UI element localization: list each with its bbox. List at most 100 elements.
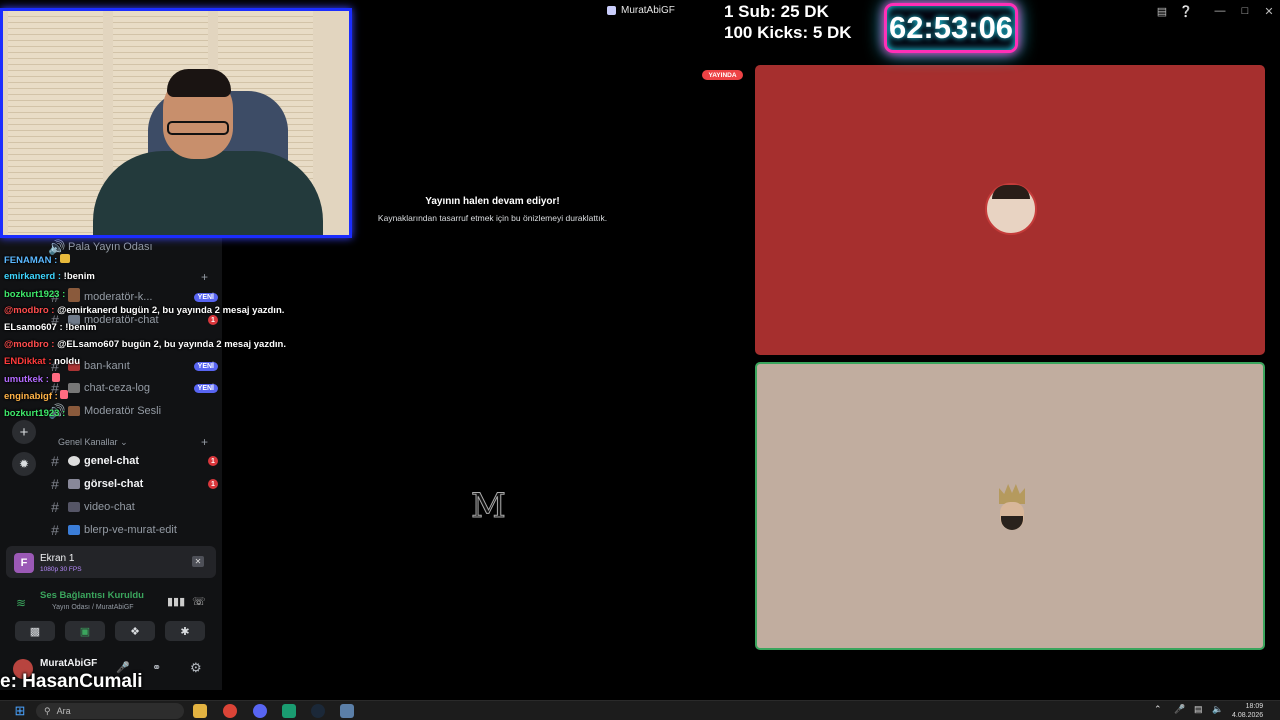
inbox-icon[interactable]: ▤ xyxy=(1151,3,1173,19)
webcam-shutter xyxy=(8,11,103,235)
chat-message: bozkurt1923 : xyxy=(4,288,80,300)
channel-video-chat[interactable]: # video-chat xyxy=(48,497,218,517)
app-taskbar-icon[interactable] xyxy=(282,704,296,718)
stream-logo: M xyxy=(471,486,507,526)
settings-gear-icon[interactable]: ⚙ xyxy=(190,660,202,676)
image-icon xyxy=(68,479,80,489)
activities-button[interactable]: ❖ xyxy=(115,621,155,641)
soundboard-icon: ✱ xyxy=(180,625,190,638)
volume-icon[interactable]: 🔈 xyxy=(1212,704,1223,715)
hash-icon: # xyxy=(51,522,59,538)
chat-message: enginabigf : xyxy=(4,390,69,402)
new-badge: YENİ xyxy=(193,292,218,302)
taskbar-search[interactable]: ⚲ Ara xyxy=(36,703,184,719)
mention-badge: 1 xyxy=(208,456,218,466)
new-badge: YENİ xyxy=(193,361,218,371)
add-server-button[interactable]: + xyxy=(12,420,36,444)
mention-badge: 1 xyxy=(208,315,218,325)
chevron-down-icon: ⌄ xyxy=(120,437,128,447)
app-root: MuratAbiGF ▤ ❔ — □ ✕ YAYINDA Yayının hal… xyxy=(0,0,1280,720)
window-title-text: MuratAbiGF xyxy=(621,5,675,16)
stream-panel: F Ekran 1 1080p 30 FPS ✕ xyxy=(6,546,216,578)
paused-title: Yayının halen devam ediyor! xyxy=(425,196,560,207)
voice-channel-name[interactable]: Yayın Odası / MuratAbiGF xyxy=(52,604,134,611)
share-screen-button[interactable]: ▣ xyxy=(65,621,105,641)
kick-line: 100 Kicks: 5 DK xyxy=(724,23,852,42)
video-icon xyxy=(68,502,80,512)
explore-servers-button[interactable]: ✹ xyxy=(12,452,36,476)
minimize-icon[interactable]: — xyxy=(1209,3,1231,19)
participant-tile-1[interactable] xyxy=(755,65,1265,355)
screen-share-icon: ▣ xyxy=(79,625,91,638)
overlay-name-banner: e: HasanCumali xyxy=(0,671,143,692)
mention-badge: 1 xyxy=(208,479,218,489)
camera-off-button[interactable]: ▩ xyxy=(15,621,55,641)
chat-message: emirkanerd : !benim xyxy=(4,271,95,282)
chat-message: @modbro : @emirkanerd bugün 2, bu yayınd… xyxy=(4,305,285,316)
speech-bubble-icon xyxy=(68,456,80,466)
activities-icon: ❖ xyxy=(130,625,140,638)
help-icon[interactable]: ❔ xyxy=(1175,3,1197,19)
chat-message: ELsamo607 : !benim xyxy=(4,322,97,333)
category-genel-kanallar[interactable]: Genel Kanallar ⌄ xyxy=(58,437,128,448)
stream-timer: 62:53:06 xyxy=(884,3,1018,53)
camera-off-icon: ▩ xyxy=(29,625,41,638)
channel-chat-ceza-log[interactable]: # chat-ceza-log YENİ xyxy=(48,378,218,398)
emote-icon xyxy=(60,390,69,399)
stream-name: Ekran 1 xyxy=(40,553,75,564)
search-icon: ⚲ xyxy=(44,705,51,716)
chevron-up-icon[interactable]: ⌃ xyxy=(1154,704,1162,715)
microphone-tray-icon[interactable]: 🎤 xyxy=(1174,704,1185,715)
emote-icon xyxy=(51,373,60,382)
webcam-person-body xyxy=(93,151,323,235)
discord-taskbar-icon[interactable] xyxy=(253,704,267,718)
maximize-icon[interactable]: □ xyxy=(1234,3,1256,19)
clock-time: 18:09 xyxy=(1245,703,1264,710)
webcam-person-glasses xyxy=(167,121,229,135)
steam-icon[interactable] xyxy=(311,704,325,718)
stream-avatar: F xyxy=(14,553,34,573)
voice-channel-pala[interactable]: 🔊 Pala Yayın Odası xyxy=(48,237,218,257)
webcam-person-hair xyxy=(167,69,231,97)
chat-message: FENAMAN : xyxy=(4,254,70,266)
clock-date: 4.08.2026 xyxy=(1232,712,1264,719)
hash-icon: # xyxy=(51,453,59,469)
paused-subtitle: Kaynaklarından tasarruf etmek için bu ön… xyxy=(377,213,608,223)
disconnect-icon[interactable]: ☏ xyxy=(192,595,206,608)
window-title: MuratAbiGF xyxy=(607,5,675,16)
chrome-icon[interactable] xyxy=(223,704,237,718)
emote-icon xyxy=(59,254,70,263)
taskbar: ⊞ ⚲ Ara ⌃ 🎤 ▤ 🔈 18:09 4.08.2026 xyxy=(0,700,1280,720)
participant-tile-2[interactable] xyxy=(755,362,1265,650)
channel-blerp-ve-murat-edit[interactable]: # blerp-ve-murat-edit xyxy=(48,520,218,540)
windows-start-icon[interactable]: ⊞ xyxy=(13,703,27,718)
channel-emoji-icon xyxy=(68,383,80,393)
emote-icon xyxy=(67,288,80,297)
stream-quality: 1080p 30 FPS xyxy=(40,566,82,573)
chat-message: ENDikkat : noldu xyxy=(4,356,81,367)
sub-line: 1 Sub: 25 DK xyxy=(724,2,829,21)
search-placeholder: Ara xyxy=(56,706,71,716)
create-channel-icon[interactable]: + xyxy=(201,270,208,284)
close-icon[interactable]: ✕ xyxy=(1258,3,1280,19)
new-badge: YENİ xyxy=(193,383,218,393)
calculator-icon[interactable] xyxy=(340,704,354,718)
taskbar-clock[interactable]: 18:09 4.08.2026 xyxy=(1232,702,1263,720)
headphones-icon[interactable]: ⚭ xyxy=(152,661,161,674)
network-icon[interactable]: ▤ xyxy=(1194,704,1203,715)
username: MuratAbiGF xyxy=(40,658,98,669)
signal-icon: ≋ xyxy=(16,596,27,610)
speaker-icon: 🔊 xyxy=(48,238,66,255)
file-explorer-icon[interactable] xyxy=(193,704,207,718)
hash-icon: # xyxy=(51,499,59,515)
create-channel-icon[interactable]: + xyxy=(201,435,208,449)
channel-gorsel-chat[interactable]: # görsel-chat 1 xyxy=(48,474,218,494)
stop-stream-icon[interactable]: ✕ xyxy=(192,556,204,567)
soundboard-button[interactable]: ✱ xyxy=(165,621,205,641)
play-icon xyxy=(68,525,80,535)
channel-genel-chat[interactable]: # genel-chat 1 xyxy=(48,451,218,471)
webcam-overlay xyxy=(0,8,352,238)
hash-icon: # xyxy=(51,476,59,492)
stream-preview-tile[interactable] xyxy=(237,440,747,650)
noise-suppression-icon[interactable]: ▮▮▮ xyxy=(167,595,185,608)
